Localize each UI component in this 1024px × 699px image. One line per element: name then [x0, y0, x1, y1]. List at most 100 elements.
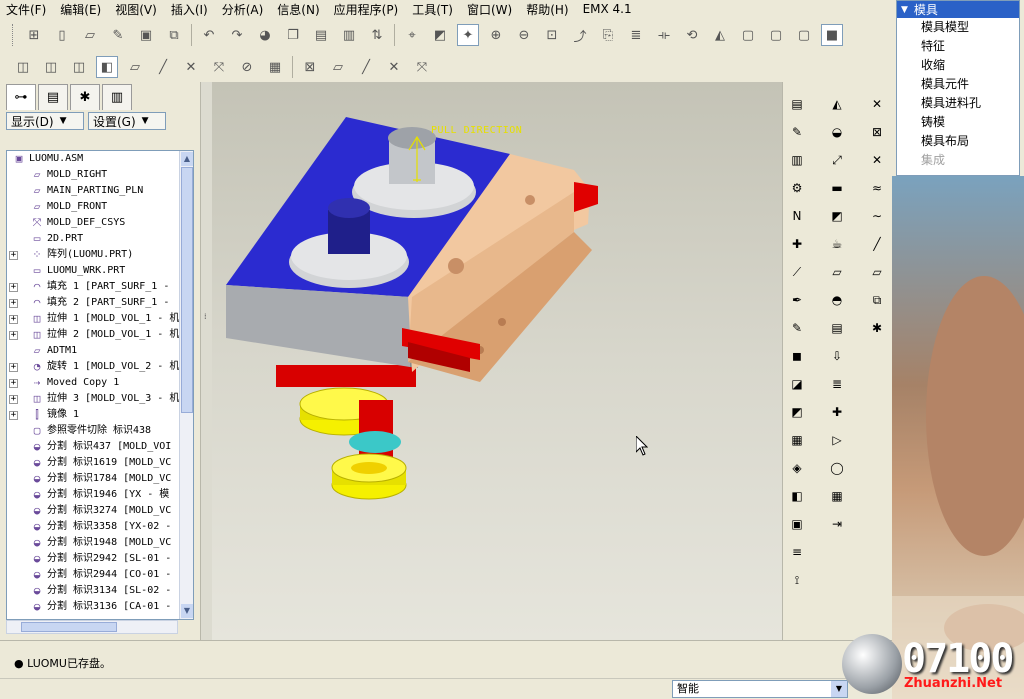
- datum-point-icon[interactable]: ✕: [867, 94, 887, 114]
- hidden-line-icon[interactable]: ▢: [765, 24, 787, 46]
- layers-icon[interactable]: ≣: [625, 24, 647, 46]
- color-wheel-icon[interactable]: ◕: [254, 24, 276, 46]
- tree-item[interactable]: ▱ MOLD_RIGHT: [7, 167, 193, 183]
- tree-item[interactable]: + ⫿ 镜像 1: [7, 407, 193, 423]
- expand-icon[interactable]: +: [9, 331, 18, 340]
- dome-icon[interactable]: ◓: [827, 290, 847, 310]
- tree-item[interactable]: ▭ LUOMU_WRK.PRT: [7, 263, 193, 279]
- curve-icon[interactable]: ≈: [867, 178, 887, 198]
- datum-point-offset-icon[interactable]: ⊠: [867, 122, 887, 142]
- spline-icon[interactable]: ∼: [867, 206, 887, 226]
- tree-item[interactable]: ▢ 参照零件切除 标识438: [7, 423, 193, 439]
- display-dropdown[interactable]: 显示(D) ▼: [6, 112, 84, 130]
- expand-icon[interactable]: +: [9, 379, 18, 388]
- mold-menu-item[interactable]: 特征: [897, 37, 1019, 56]
- shading-icon[interactable]: ■: [821, 24, 843, 46]
- menu-edit[interactable]: 编辑(E): [60, 1, 101, 18]
- selection-filter-select[interactable]: 智能 ▼: [672, 680, 848, 698]
- close-window-icon[interactable]: ⊠: [299, 56, 321, 78]
- component-icon[interactable]: ⚙: [787, 178, 807, 198]
- view-cube-icon[interactable]: ◫: [12, 56, 34, 78]
- tree-item[interactable]: ◒ 分割 标识2944 [CO-01 -: [7, 567, 193, 583]
- tree-horizontal-scrollbar[interactable]: [6, 620, 178, 634]
- lifter-icon[interactable]: ◩: [787, 402, 807, 422]
- view-cube-icon[interactable]: ◫: [40, 56, 62, 78]
- view-cube-shaded-icon[interactable]: ◧: [96, 56, 118, 78]
- datum-point-display-icon[interactable]: ✕: [180, 56, 202, 78]
- plane-tool-icon[interactable]: ▱: [327, 56, 349, 78]
- folder-browser-tab-icon[interactable]: ▤: [38, 84, 68, 110]
- runner-icon[interactable]: ✎: [787, 318, 807, 338]
- draft-check-icon[interactable]: ⤢: [827, 150, 847, 170]
- export-icon[interactable]: ⇥: [827, 514, 847, 534]
- favorites-tab-icon[interactable]: ✱: [70, 84, 100, 110]
- appearance-icon[interactable]: ◭: [709, 24, 731, 46]
- view-cube-icon[interactable]: ◫: [68, 56, 90, 78]
- tree-item[interactable]: + ◫ 拉伸 3 [MOLD_VOL_3 - 机: [7, 391, 193, 407]
- select-filter-icon[interactable]: ⌖: [401, 24, 423, 46]
- spin-center-icon[interactable]: ⟲: [681, 24, 703, 46]
- gate-icon[interactable]: ◼: [787, 346, 807, 366]
- annotation-display-icon[interactable]: ▦: [264, 56, 286, 78]
- tree-item[interactable]: ⤧ MOLD_DEF_CSYS: [7, 215, 193, 231]
- stack-icon[interactable]: ▤: [827, 318, 847, 338]
- sketch-pencil-icon[interactable]: ✎: [107, 24, 129, 46]
- tree-item[interactable]: + ◠ 填充 1 [PART_SURF_1 -: [7, 279, 193, 295]
- menu-applications[interactable]: 应用程序(P): [334, 1, 399, 18]
- database-icon[interactable]: ▦: [787, 430, 807, 450]
- mold-menu-item[interactable]: 模具元件: [897, 75, 1019, 94]
- tree-item[interactable]: ▱ MOLD_FRONT: [7, 199, 193, 215]
- menu-analysis[interactable]: 分析(A): [222, 1, 264, 18]
- circle-icon[interactable]: ◯: [827, 458, 847, 478]
- graphics-viewport[interactable]: PULL DIRECTION: [212, 82, 782, 640]
- csys-display-icon[interactable]: ⤧: [208, 56, 230, 78]
- tree-item[interactable]: ◒ 分割 标识1946 [YX - 模: [7, 487, 193, 503]
- scroll-thumb[interactable]: [21, 622, 117, 632]
- splitter-grip-icon[interactable]: ⁞: [204, 312, 207, 321]
- axis-icon[interactable]: ╱: [867, 234, 887, 254]
- sprue-icon[interactable]: ✒: [787, 290, 807, 310]
- reorient-icon[interactable]: ⤴: [569, 24, 591, 46]
- boundary-blend-icon[interactable]: ⧉: [867, 290, 887, 310]
- paste-special-icon[interactable]: ▥: [338, 24, 360, 46]
- csys-tool-icon[interactable]: ✱: [867, 318, 887, 338]
- parting-surface-icon[interactable]: ◒: [827, 122, 847, 142]
- expand-icon[interactable]: +: [9, 251, 18, 260]
- expand-icon[interactable]: +: [9, 299, 18, 308]
- expand-icon[interactable]: +: [9, 363, 18, 372]
- wireframe-icon[interactable]: ▢: [737, 24, 759, 46]
- tree-item[interactable]: ◒ 分割 标识3136 [CA-01 -: [7, 599, 193, 615]
- model-tree-tab-icon[interactable]: ⊶: [6, 84, 36, 110]
- tree-item[interactable]: ◒ 分割 标识1948 [MOLD_VC: [7, 535, 193, 551]
- menu-help[interactable]: 帮助(H): [526, 1, 568, 18]
- tree-item[interactable]: ▭ 2D.PRT: [7, 231, 193, 247]
- select-mode-icon[interactable]: ✦: [457, 24, 479, 46]
- history-tab-icon[interactable]: ▥: [102, 84, 132, 110]
- mold-menu-item[interactable]: 模具布局: [897, 132, 1019, 151]
- menu-info[interactable]: 信息(N): [277, 1, 319, 18]
- mold-menu-item[interactable]: 模具模型: [897, 18, 1019, 37]
- play-icon[interactable]: ▷: [827, 430, 847, 450]
- datum-axis-display-icon[interactable]: ╱: [152, 56, 174, 78]
- menu-file[interactable]: 文件(F): [6, 1, 46, 18]
- scroll-down-icon[interactable]: ▼: [181, 604, 193, 618]
- settings-dropdown[interactable]: 设置(G) ▼: [88, 112, 166, 130]
- insert-icon[interactable]: ◈: [787, 458, 807, 478]
- layer-stack-icon[interactable]: ≣: [827, 374, 847, 394]
- tree-item[interactable]: ◒ 分割 标识3358 [YX-02 -: [7, 519, 193, 535]
- tree-item[interactable]: ◒ 分割 标识1619 [MOLD_VC: [7, 455, 193, 471]
- plate-icon[interactable]: ▱: [827, 262, 847, 282]
- tree-item[interactable]: + ◫ 拉伸 2 [MOLD_VOL_1 - 机: [7, 327, 193, 343]
- tree-item[interactable]: + ◠ 填充 2 [PART_SURF_1 -: [7, 295, 193, 311]
- paste-icon[interactable]: ▤: [310, 24, 332, 46]
- measure-icon[interactable]: ⟛: [653, 24, 675, 46]
- waterline-icon[interactable]: ≡: [787, 542, 807, 562]
- cooling-icon[interactable]: ⟋: [787, 262, 807, 282]
- mold-menu-header[interactable]: ▼ 模具: [897, 1, 1019, 18]
- extrude-volume-icon[interactable]: ◩: [827, 206, 847, 226]
- scroll-up-icon[interactable]: ▲: [181, 152, 193, 166]
- csys-tool-icon[interactable]: ⤧: [411, 56, 433, 78]
- save-copy-icon[interactable]: ⧉: [163, 24, 185, 46]
- expand-icon[interactable]: +: [9, 283, 18, 292]
- regenerate-icon[interactable]: ⇅: [366, 24, 388, 46]
